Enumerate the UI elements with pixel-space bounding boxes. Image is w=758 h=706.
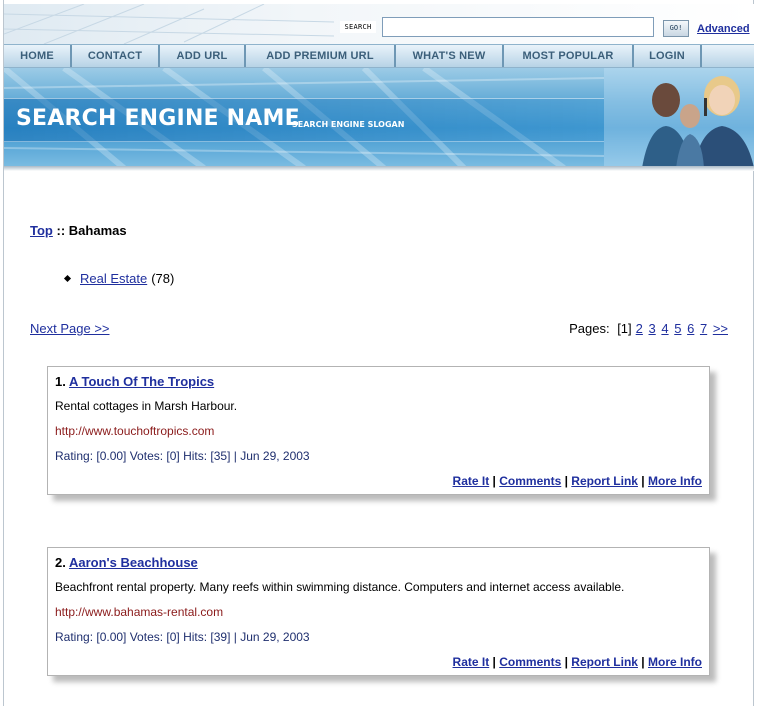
category-item: Real Estate (78) xyxy=(63,271,175,286)
search-label: SEARCH xyxy=(340,21,376,33)
next-page-link[interactable]: Next Page >> xyxy=(30,321,110,336)
more-info-link[interactable]: More Info xyxy=(648,474,702,488)
nav-item-whats-new[interactable]: WHAT'S NEW xyxy=(396,45,504,67)
listing-title: 1. A Touch Of The Tropics xyxy=(55,374,214,389)
nav-item-most-popular[interactable]: MOST POPULAR xyxy=(504,45,634,67)
page-link[interactable]: 2 xyxy=(636,321,643,336)
report-link[interactable]: Report Link xyxy=(571,655,638,669)
pages-label: Pages: xyxy=(569,321,610,336)
report-link[interactable]: Report Link xyxy=(571,474,638,488)
bullet-icon xyxy=(63,274,72,283)
page-link[interactable]: 3 xyxy=(649,321,656,336)
breadcrumb-top-link[interactable]: Top xyxy=(30,223,53,238)
more-pages-link[interactable]: >> xyxy=(713,321,728,336)
rate-it-link[interactable]: Rate It xyxy=(453,655,490,669)
listing-title-link[interactable]: Aaron's Beachhouse xyxy=(69,555,198,570)
category-link[interactable]: Real Estate xyxy=(80,271,147,286)
advanced-search-link[interactable]: Advanced xyxy=(697,23,750,35)
listing-url: http://www.touchoftropics.com xyxy=(55,424,215,438)
listing-card: 2. Aaron's Beachhouse Beachfront rental … xyxy=(47,547,710,676)
listing-actions: Rate It | Comments | Report Link | More … xyxy=(452,474,702,488)
listing-actions: Rate It | Comments | Report Link | More … xyxy=(452,655,702,669)
listing-description: Beachfront rental property. Many reefs w… xyxy=(55,580,625,594)
listing-stats: Rating: [0.00] Votes: [0] Hits: [39] | J… xyxy=(55,630,310,644)
page-link[interactable]: 7 xyxy=(700,321,707,336)
search-bar: SEARCH GO! Advanced xyxy=(4,4,754,44)
comments-link[interactable]: Comments xyxy=(499,474,561,488)
listing-title-link[interactable]: A Touch Of The Tropics xyxy=(69,374,214,389)
banner-shadow xyxy=(4,166,754,171)
more-info-link[interactable]: More Info xyxy=(648,655,702,669)
nav-item-add-url[interactable]: ADD URL xyxy=(160,45,246,67)
page-link[interactable]: 4 xyxy=(661,321,668,336)
main-nav: HOME CONTACT ADD URL ADD PREMIUM URL WHA… xyxy=(4,44,754,68)
go-button[interactable]: GO! xyxy=(663,20,689,37)
breadcrumb: Top :: Bahamas xyxy=(30,223,127,238)
rate-it-link[interactable]: Rate It xyxy=(453,474,490,488)
comments-link[interactable]: Comments xyxy=(499,655,561,669)
breadcrumb-current: Bahamas xyxy=(68,223,127,238)
nav-item-add-premium-url[interactable]: ADD PREMIUM URL xyxy=(246,45,396,67)
page-link[interactable]: 5 xyxy=(674,321,681,336)
listing-description: Rental cottages in Marsh Harbour. xyxy=(55,399,238,413)
header-banner: SEARCH ENGINE NAME SEARCH ENGINE SLOGAN xyxy=(4,68,754,168)
listing-url: http://www.bahamas-rental.com xyxy=(55,605,224,619)
decorative-lines xyxy=(4,4,334,44)
site-slogan: SEARCH ENGINE SLOGAN xyxy=(292,120,405,129)
listing-title: 2. Aaron's Beachhouse xyxy=(55,555,198,570)
category-count: (78) xyxy=(151,271,175,286)
pagination: Pages: [1] 2 3 4 5 6 7 >> xyxy=(569,321,728,336)
listing-number: 2. xyxy=(55,555,66,570)
nav-item-contact[interactable]: CONTACT xyxy=(72,45,160,67)
site-title: SEARCH ENGINE NAME xyxy=(16,106,300,131)
listing-number: 1. xyxy=(55,374,66,389)
nav-item-home[interactable]: HOME xyxy=(4,45,72,67)
breadcrumb-separator: :: xyxy=(56,223,66,238)
listing-stats: Rating: [0.00] Votes: [0] Hits: [35] | J… xyxy=(55,449,310,463)
current-page: [1] xyxy=(617,321,632,336)
nav-item-login[interactable]: LOGIN xyxy=(634,45,702,67)
page-link[interactable]: 6 xyxy=(687,321,694,336)
listing-card: 1. A Touch Of The Tropics Rental cottage… xyxy=(47,366,710,495)
search-input[interactable] xyxy=(382,17,654,37)
